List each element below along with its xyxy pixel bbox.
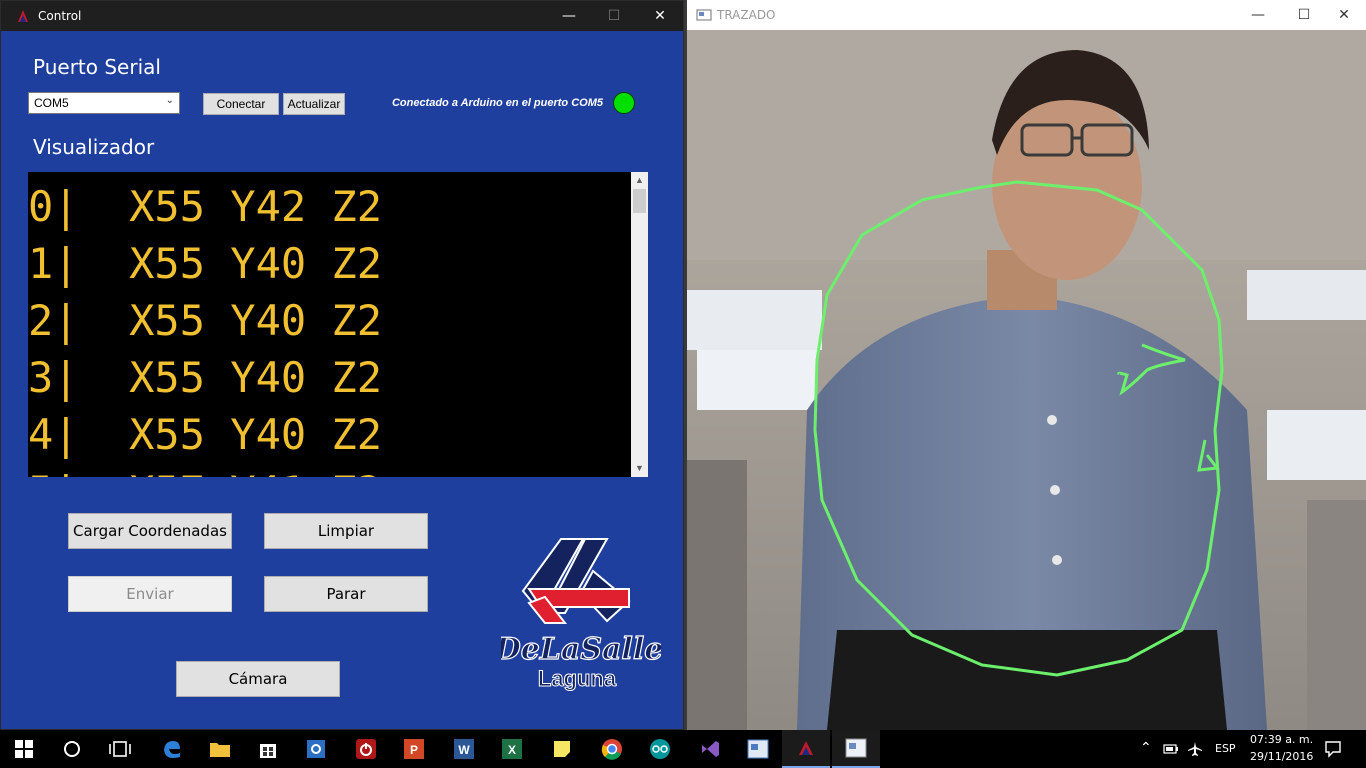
clear-button[interactable]: Limpiar	[264, 513, 428, 549]
logo-laguna-text: Laguna	[538, 666, 617, 691]
room-wall-left	[687, 460, 747, 730]
close-button[interactable]: ✕	[1321, 0, 1366, 30]
shirt-button	[1050, 485, 1060, 495]
serial-port-heading: Puerto Serial	[33, 55, 161, 79]
trazado-titlebar[interactable]: TRAZADO — ☐ ✕	[687, 0, 1366, 30]
svg-text:X: X	[508, 743, 516, 757]
battery-icon[interactable]	[1163, 743, 1179, 755]
scrollbar-thumb[interactable]	[633, 189, 646, 213]
svg-text:W: W	[458, 743, 470, 757]
powerpoint-icon[interactable]: P	[390, 730, 438, 768]
trazado-window-title: TRAZADO	[717, 8, 776, 22]
word-icon[interactable]: W	[440, 730, 488, 768]
notification-center-icon[interactable]	[1324, 740, 1342, 758]
stop-button[interactable]: Parar	[264, 576, 428, 612]
console-scrollbar[interactable]: ▲ ▼	[631, 172, 648, 477]
port-select-value: COM5	[34, 96, 69, 110]
trazado-window: TRAZADO — ☐ ✕	[687, 0, 1366, 730]
visual-studio-icon[interactable]	[686, 730, 734, 768]
airplane-mode-icon[interactable]	[1187, 741, 1203, 757]
window-light	[1267, 410, 1366, 480]
edge-browser-icon[interactable]	[148, 730, 196, 768]
tray-chevron-up-icon[interactable]: ⌃	[1140, 740, 1152, 756]
console-line: 1| X55 Y40 Z2	[28, 239, 383, 288]
minimize-button[interactable]: —	[1235, 0, 1281, 30]
ceiling-light	[1247, 270, 1366, 320]
app-logo-icon	[18, 10, 28, 22]
room-wall-right	[1307, 500, 1366, 730]
app-window-icon[interactable]	[734, 730, 782, 768]
delasalle-laguna-logo: DeLaSalle Laguna	[501, 538, 661, 692]
language-indicator[interactable]: ESP	[1215, 742, 1236, 755]
console-line: 0| X55 Y42 Z2	[28, 182, 383, 231]
coordinate-console[interactable]: 0| X55 Y42 Z2 1| X55 Y40 Z2 2| X55 Y40 Z…	[28, 172, 648, 477]
ceiling-light	[687, 290, 822, 350]
maximize-button[interactable]: ☐	[591, 1, 637, 31]
arduino-icon[interactable]	[636, 730, 684, 768]
console-line: 4| X55 Y40 Z2	[28, 410, 383, 459]
shirt-button	[1052, 555, 1062, 565]
windows-start-icon[interactable]	[0, 730, 48, 768]
power-app-icon[interactable]	[342, 730, 390, 768]
scroll-down-arrow-icon[interactable]: ▼	[631, 460, 648, 477]
control-titlebar[interactable]: Control — ☐ ✕	[1, 1, 683, 31]
shirt-button	[1047, 415, 1057, 425]
port-select[interactable]: COM5 ⌄	[28, 92, 180, 114]
trazado-app-icon[interactable]	[832, 730, 880, 768]
minimize-button[interactable]: —	[546, 1, 592, 31]
sticky-notes-icon[interactable]	[538, 730, 586, 768]
svg-text:P: P	[410, 743, 418, 757]
chrome-icon[interactable]	[588, 730, 636, 768]
connection-status-text: Conectado a Arduino en el puerto COM5	[391, 97, 603, 109]
chevron-down-icon: ⌄	[165, 95, 174, 106]
control-window: Control — ☐ ✕ Puerto Serial COM5 ⌄ Conec…	[0, 0, 684, 730]
console-line: 5| X57 Y41 Z2	[28, 463, 382, 477]
settings-app-icon[interactable]	[292, 730, 340, 768]
clock-date[interactable]: 29/11/2016	[1250, 750, 1313, 763]
camera-button[interactable]: Cámara	[176, 661, 340, 697]
viewer-heading: Visualizador	[33, 135, 155, 159]
window-light	[697, 350, 817, 410]
camera-feed-with-trace[interactable]	[687, 30, 1366, 730]
window-title: Control	[38, 9, 82, 23]
logo-script-text: DeLaSalle	[501, 632, 661, 667]
taskbar: P W X ⌃ ESP 07:39 a. m. 29/11/2016	[0, 730, 1366, 768]
console-line: 3| X55 Y40 Z2	[28, 353, 383, 402]
person-trousers	[827, 630, 1227, 730]
task-view-icon[interactable]	[96, 730, 144, 768]
load-coordinates-button[interactable]: Cargar Coordenadas	[68, 513, 232, 549]
file-explorer-icon[interactable]	[196, 730, 244, 768]
console-line: 2| X55 Y40 Z2	[28, 296, 383, 345]
connection-status-led	[613, 92, 635, 114]
console-lines: 0| X55 Y42 Z2 1| X55 Y40 Z2 2| X55 Y40 Z…	[28, 178, 382, 477]
clock-time[interactable]: 07:39 a. m.	[1250, 733, 1313, 746]
scroll-up-arrow-icon[interactable]: ▲	[631, 172, 648, 189]
close-button[interactable]: ✕	[637, 1, 683, 31]
store-icon[interactable]	[244, 730, 292, 768]
excel-icon[interactable]: X	[488, 730, 536, 768]
send-button[interactable]: Enviar	[68, 576, 232, 612]
refresh-button[interactable]: Actualizar	[283, 93, 345, 115]
control-app-icon[interactable]	[782, 730, 830, 768]
cortana-search-icon[interactable]	[48, 730, 96, 768]
connect-button[interactable]: Conectar	[203, 93, 279, 115]
window-app-icon	[696, 9, 712, 21]
